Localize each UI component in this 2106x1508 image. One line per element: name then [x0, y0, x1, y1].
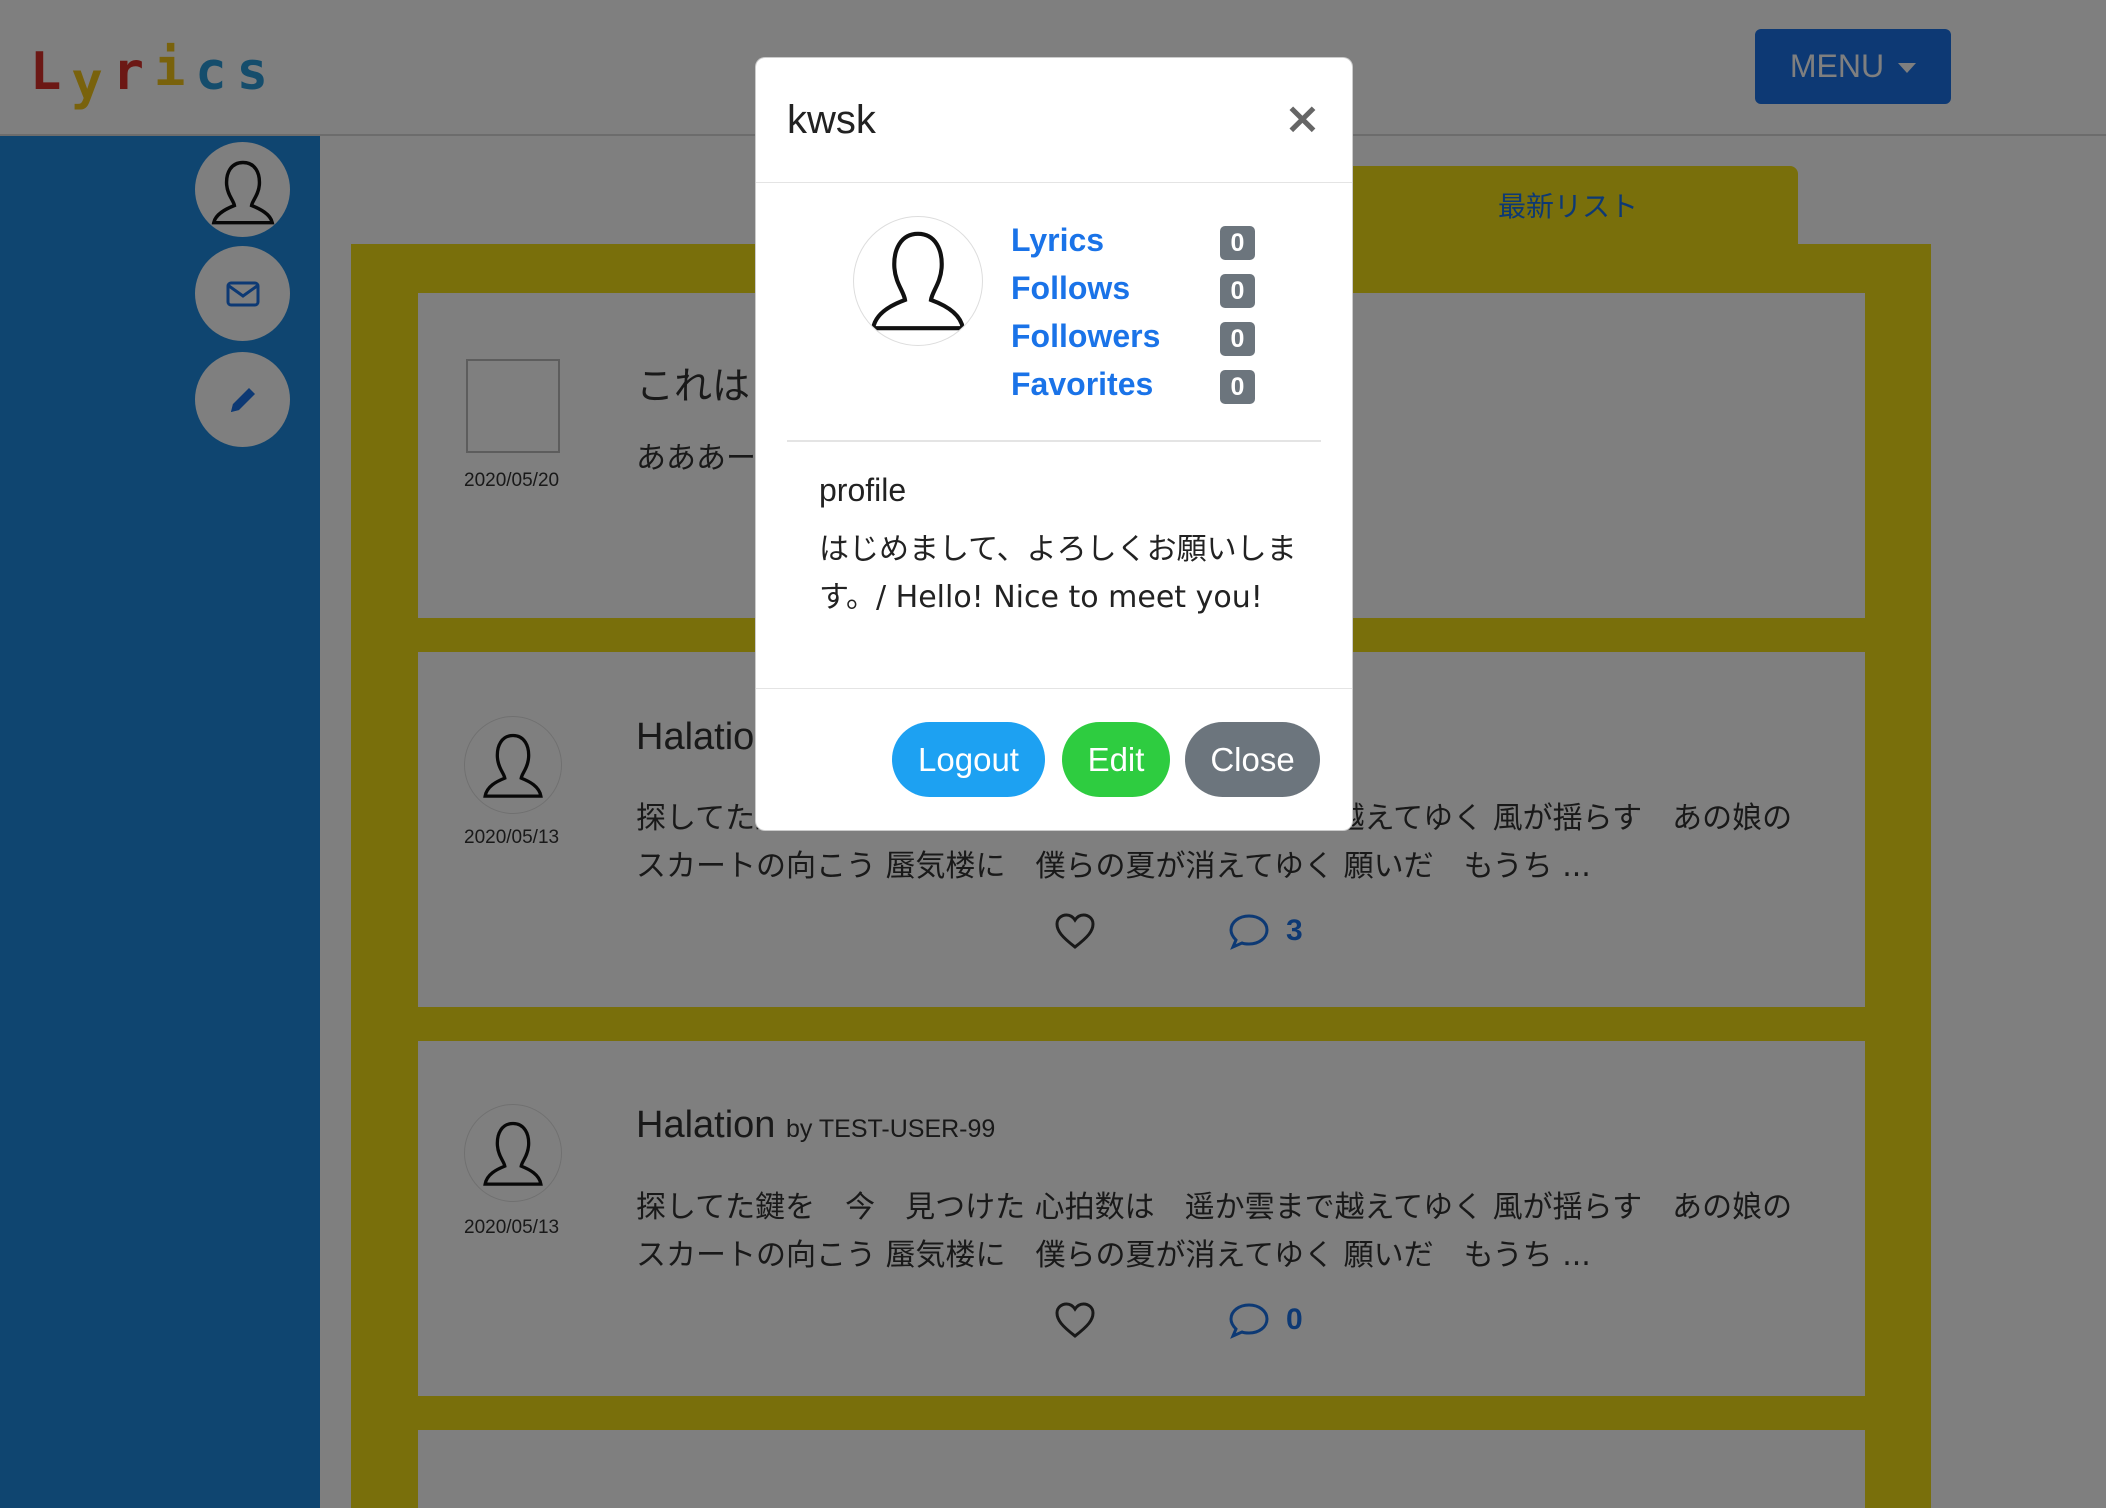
stat-count-badge: 0 — [1220, 274, 1255, 308]
close-label: Close — [1210, 740, 1295, 778]
stat-count-badge: 0 — [1220, 370, 1255, 404]
close-button[interactable]: Close — [1185, 722, 1320, 797]
stat-lyrics[interactable]: Lyrics 0 — [1011, 222, 1291, 268]
close-icon[interactable]: × — [1284, 94, 1321, 144]
stat-label[interactable]: Followers — [1011, 318, 1160, 355]
modal-header: kwsk × — [756, 58, 1352, 183]
stat-follows[interactable]: Follows 0 — [1011, 270, 1291, 316]
page: Lyrics MENU 最新リスト — [0, 0, 2106, 1508]
modal-title: kwsk — [787, 98, 876, 142]
stat-label[interactable]: Lyrics — [1011, 222, 1104, 259]
profile-heading: profile — [819, 472, 907, 508]
divider — [787, 440, 1321, 442]
stat-count-badge: 0 — [1220, 322, 1255, 356]
stat-favorites[interactable]: Favorites 0 — [1011, 366, 1291, 412]
user-avatar-icon — [870, 231, 966, 331]
modal-footer — [756, 688, 1352, 689]
edit-button[interactable]: Edit — [1062, 722, 1170, 797]
edit-label: Edit — [1087, 740, 1145, 778]
stat-label[interactable]: Favorites — [1011, 366, 1153, 403]
profile-avatar — [853, 216, 983, 346]
stat-count-badge: 0 — [1220, 226, 1255, 260]
stat-label[interactable]: Follows — [1011, 270, 1130, 307]
profile-modal: kwsk × Lyrics 0 Follows 0 Followers 0 Fa… — [755, 57, 1353, 831]
profile-text: はじめまして、よろしくお願いします。/ Hello! Nice to meet … — [819, 532, 1297, 615]
logout-button[interactable]: Logout — [892, 722, 1045, 797]
logout-label: Logout — [918, 740, 1019, 778]
stat-followers[interactable]: Followers 0 — [1011, 318, 1291, 364]
